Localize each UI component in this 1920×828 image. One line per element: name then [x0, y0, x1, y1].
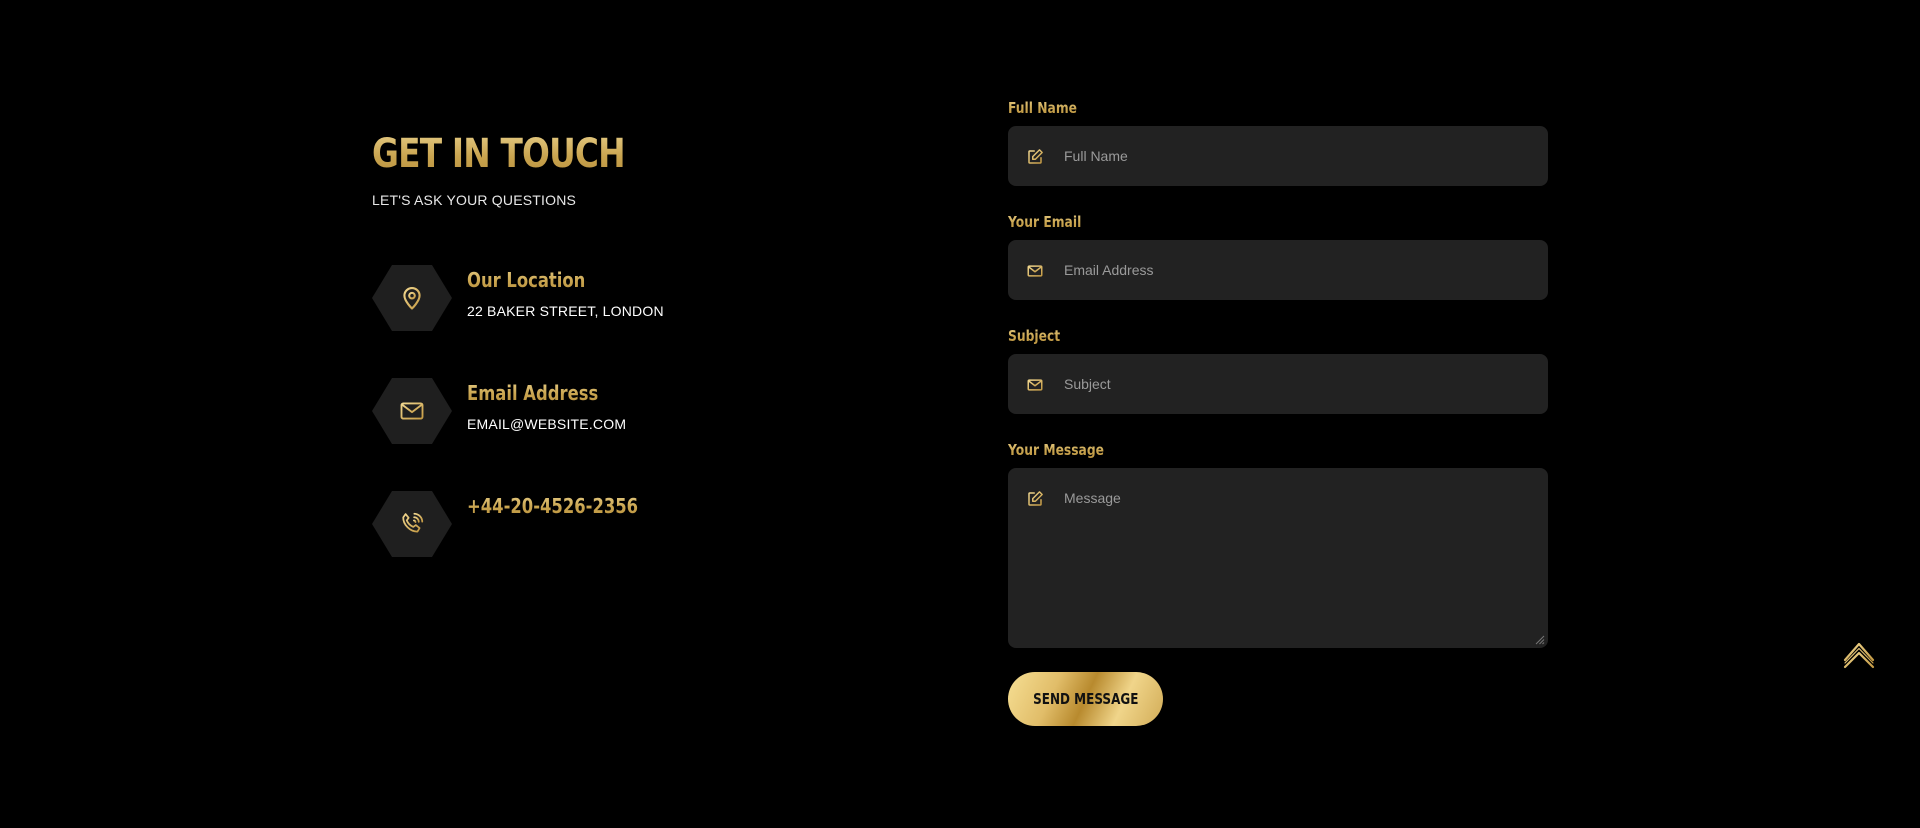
full-name-input[interactable]: [1064, 126, 1532, 186]
location-heading: Our Location: [467, 267, 628, 293]
send-message-label: SEND MESSAGE: [1032, 690, 1139, 708]
phone-number[interactable]: +44-20-4526-2356: [467, 493, 638, 519]
location-value: 22 BAKER STREET, LONDON: [467, 303, 664, 319]
email-input[interactable]: [1064, 240, 1532, 300]
location-hex: [372, 265, 452, 331]
contact-page: GET IN TOUCH LET'S ASK YOUR QUESTIONS Ou…: [0, 0, 1920, 828]
map-pin-icon: [403, 287, 421, 310]
phone-item: +44-20-4526-2356: [372, 491, 676, 557]
contact-form: Full Name Your Email Subject Your Mess: [1008, 98, 1548, 726]
location-item: Our Location 22 BAKER STREET, LONDON: [372, 265, 664, 331]
phone-hex: [372, 491, 452, 557]
message-textarea[interactable]: [1064, 489, 1532, 639]
message-label: Your Message: [1008, 440, 1451, 460]
full-name-label: Full Name: [1008, 98, 1451, 118]
message-box: [1008, 468, 1548, 648]
phone-icon: [402, 512, 424, 533]
contact-info: GET IN TOUCH LET'S ASK YOUR QUESTIONS: [372, 130, 892, 208]
page-subtitle: LET'S ASK YOUR QUESTIONS: [372, 192, 577, 208]
envelope-icon: [1027, 265, 1043, 277]
subject-box: [1008, 354, 1548, 414]
full-name-box: [1008, 126, 1548, 186]
envelope-icon: [1027, 379, 1043, 391]
envelope-icon: [400, 402, 424, 420]
page-title: GET IN TOUCH: [372, 130, 798, 178]
email-item: Email Address EMAIL@WEBSITE.COM: [372, 378, 627, 444]
double-chevron-up-icon[interactable]: [1841, 636, 1877, 672]
email-hex: [372, 378, 452, 444]
edit-icon: [1028, 491, 1043, 506]
email-heading: Email Address: [467, 381, 599, 405]
send-message-button[interactable]: SEND MESSAGE: [1008, 672, 1163, 726]
email-label: Your Email: [1008, 212, 1451, 232]
email-box: [1008, 240, 1548, 300]
email-value[interactable]: EMAIL@WEBSITE.COM: [467, 416, 627, 432]
edit-icon: [1028, 149, 1043, 164]
subject-label: Subject: [1008, 326, 1451, 346]
resize-grip-icon[interactable]: [1533, 633, 1545, 645]
subject-input[interactable]: [1064, 354, 1532, 414]
